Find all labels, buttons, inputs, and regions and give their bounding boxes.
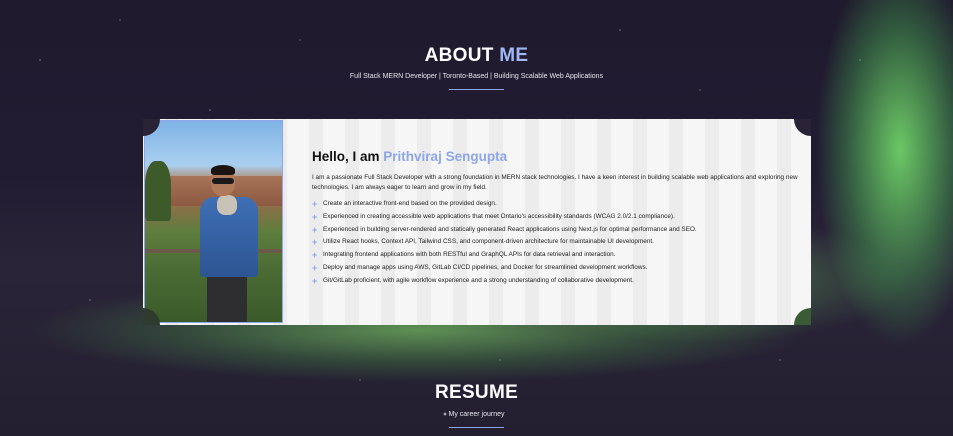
- list-item: + Integrating frontend applications with …: [312, 249, 811, 262]
- list-item: + Experienced in building server-rendered…: [312, 224, 811, 237]
- skills-list: + Create an interactive front-end based o…: [312, 198, 811, 288]
- plus-icon: +: [312, 262, 318, 273]
- resume-section-title: RESUME: [434, 382, 519, 403]
- about-subtitle: Full Stack MERN Developer | Toronto-Base…: [349, 73, 604, 80]
- greeting-heading: Hello, I am Prithviraj Sengupta: [312, 149, 811, 164]
- list-item: + Experienced in creating accessible web …: [312, 211, 811, 224]
- skill-text: Experienced in creating accessible web a…: [323, 212, 675, 220]
- list-item: + Deploy and manage apps using AWS, GitLa…: [312, 262, 811, 275]
- plus-icon: +: [312, 224, 318, 235]
- intro-paragraph: I am a passionate Full Stack Developer w…: [312, 174, 798, 191]
- plus-icon: +: [312, 250, 318, 261]
- card-notch-bottom-right: [794, 308, 811, 325]
- skill-text: Utilize React hooks, Context API, Tailwi…: [323, 238, 654, 246]
- developer-name: Prithviraj Sengupta: [383, 149, 508, 164]
- about-title-accent: ME: [499, 45, 529, 66]
- about-section-title: ABOUT ME: [0, 45, 953, 67]
- about-content: Hello, I am Prithviraj Sengupta I am a p…: [312, 149, 811, 288]
- profile-photo: [144, 120, 283, 323]
- about-card: Hello, I am Prithviraj Sengupta I am a p…: [143, 119, 811, 325]
- plus-icon: +: [312, 211, 318, 222]
- about-title-underline: [449, 89, 504, 90]
- about-title-main: ABOUT: [424, 45, 494, 66]
- plus-icon: +: [312, 237, 318, 248]
- resume-subtitle: My career journey: [448, 411, 505, 418]
- plus-icon: +: [312, 199, 318, 209]
- card-notch-top-right: [794, 119, 811, 136]
- skill-text: Deploy and manage apps using AWS, GitLab…: [323, 263, 648, 271]
- list-item: + Create an interactive front-end based o…: [312, 198, 811, 211]
- skill-text: Experienced in building server-rendered …: [323, 225, 697, 233]
- greeting-text: Hello, I am: [312, 149, 380, 164]
- plus-icon: +: [312, 275, 318, 286]
- list-item: + Utilize React hooks, Context API, Tailw…: [312, 236, 811, 249]
- skill-text: Integrating frontend applications with b…: [323, 251, 616, 259]
- skill-text: Create an interactive front-end based on…: [323, 200, 497, 207]
- list-item: + Git/GitLab proficient, with agile workf…: [312, 275, 811, 288]
- skill-text: Git/GitLab proficient, with agile workfl…: [323, 276, 634, 284]
- resume-title-underline: [449, 427, 504, 428]
